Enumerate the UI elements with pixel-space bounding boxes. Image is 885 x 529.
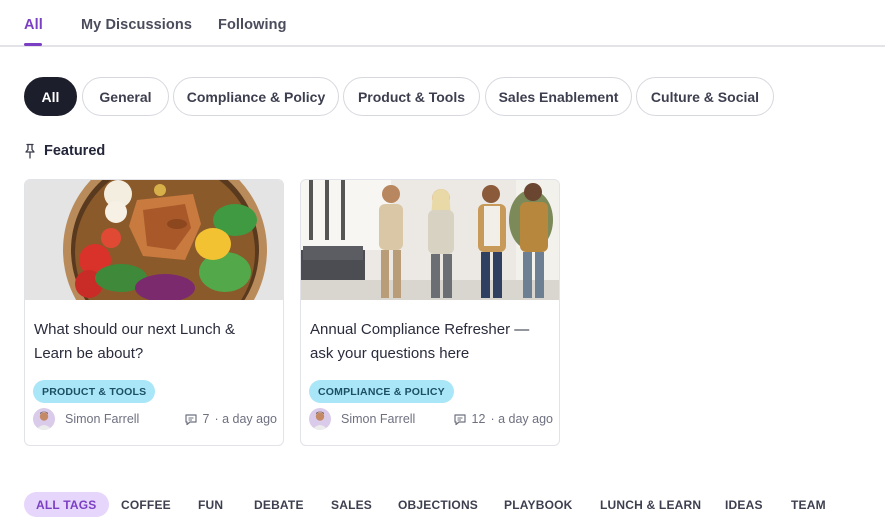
comment-icon	[453, 413, 466, 425]
card-meta: 12 · a day ago	[453, 412, 553, 426]
comment-count: 7	[202, 412, 210, 426]
tag-chip-coffee[interactable]: COFFEE	[121, 492, 171, 517]
card-tag-pill[interactable]: PRODUCT & TOOLS	[33, 380, 156, 403]
tag-chip-debate[interactable]: DEBATE	[254, 492, 304, 517]
card-tag-pill[interactable]: COMPLIANCE & POLICY	[309, 380, 454, 403]
category-chip-culture-social[interactable]: Culture & Social	[636, 77, 774, 116]
category-chip-product-tools[interactable]: Product & Tools	[343, 77, 480, 116]
avatar	[309, 408, 331, 430]
category-chip-general[interactable]: General	[82, 77, 169, 116]
card-author-row: Simon Farrell 12 · a day ago	[309, 407, 553, 431]
category-chip-all[interactable]: All	[24, 77, 77, 116]
tag-chip-objections[interactable]: OBJECTIONS	[398, 492, 478, 517]
tab-my-discussions[interactable]: My Discussions	[81, 17, 192, 33]
tag-chip-all-tags[interactable]: ALL TAGS	[24, 492, 109, 517]
tab-all[interactable]: All	[24, 17, 43, 33]
post-time: · a day ago	[214, 412, 277, 426]
featured-card[interactable]: What should our next Lunch & Learn be ab…	[24, 179, 284, 446]
avatar	[33, 408, 55, 430]
discussion-tabs: All My Discussions Following	[0, 0, 885, 47]
active-tab-indicator	[24, 43, 42, 46]
tag-chip-team[interactable]: TEAM	[791, 492, 826, 517]
card-title[interactable]: Annual Compliance Refresher — ask your q…	[310, 318, 550, 366]
pin-icon	[25, 143, 35, 159]
author-name[interactable]: Simon Farrell	[65, 412, 139, 426]
author-name[interactable]: Simon Farrell	[341, 412, 415, 426]
comment-count: 12	[471, 412, 486, 426]
card-author-row: Simon Farrell 7 · a day ago	[33, 407, 277, 431]
featured-card[interactable]: Annual Compliance Refresher — ask your q…	[300, 179, 560, 446]
tag-chip-ideas[interactable]: IDEAS	[725, 492, 763, 517]
featured-label: Featured	[44, 143, 106, 159]
salad-bowl-photo	[25, 180, 283, 300]
comment-icon	[184, 413, 197, 425]
category-chip-compliance-policy[interactable]: Compliance & Policy	[173, 77, 339, 116]
post-time: · a day ago	[490, 412, 553, 426]
tab-following[interactable]: Following	[218, 17, 287, 33]
tag-chip-sales[interactable]: SALES	[331, 492, 372, 517]
card-title[interactable]: What should our next Lunch & Learn be ab…	[34, 318, 274, 366]
featured-heading: Featured	[24, 143, 105, 159]
card-meta: 7 · a day ago	[184, 412, 277, 426]
tag-chip-playbook[interactable]: PLAYBOOK	[504, 492, 573, 517]
category-chip-sales-enablement[interactable]: Sales Enablement	[485, 77, 632, 116]
office-team-photo	[301, 180, 559, 300]
tag-chip-fun[interactable]: FUN	[198, 492, 223, 517]
tag-chip-lunch-learn[interactable]: LUNCH & LEARN	[600, 492, 701, 517]
